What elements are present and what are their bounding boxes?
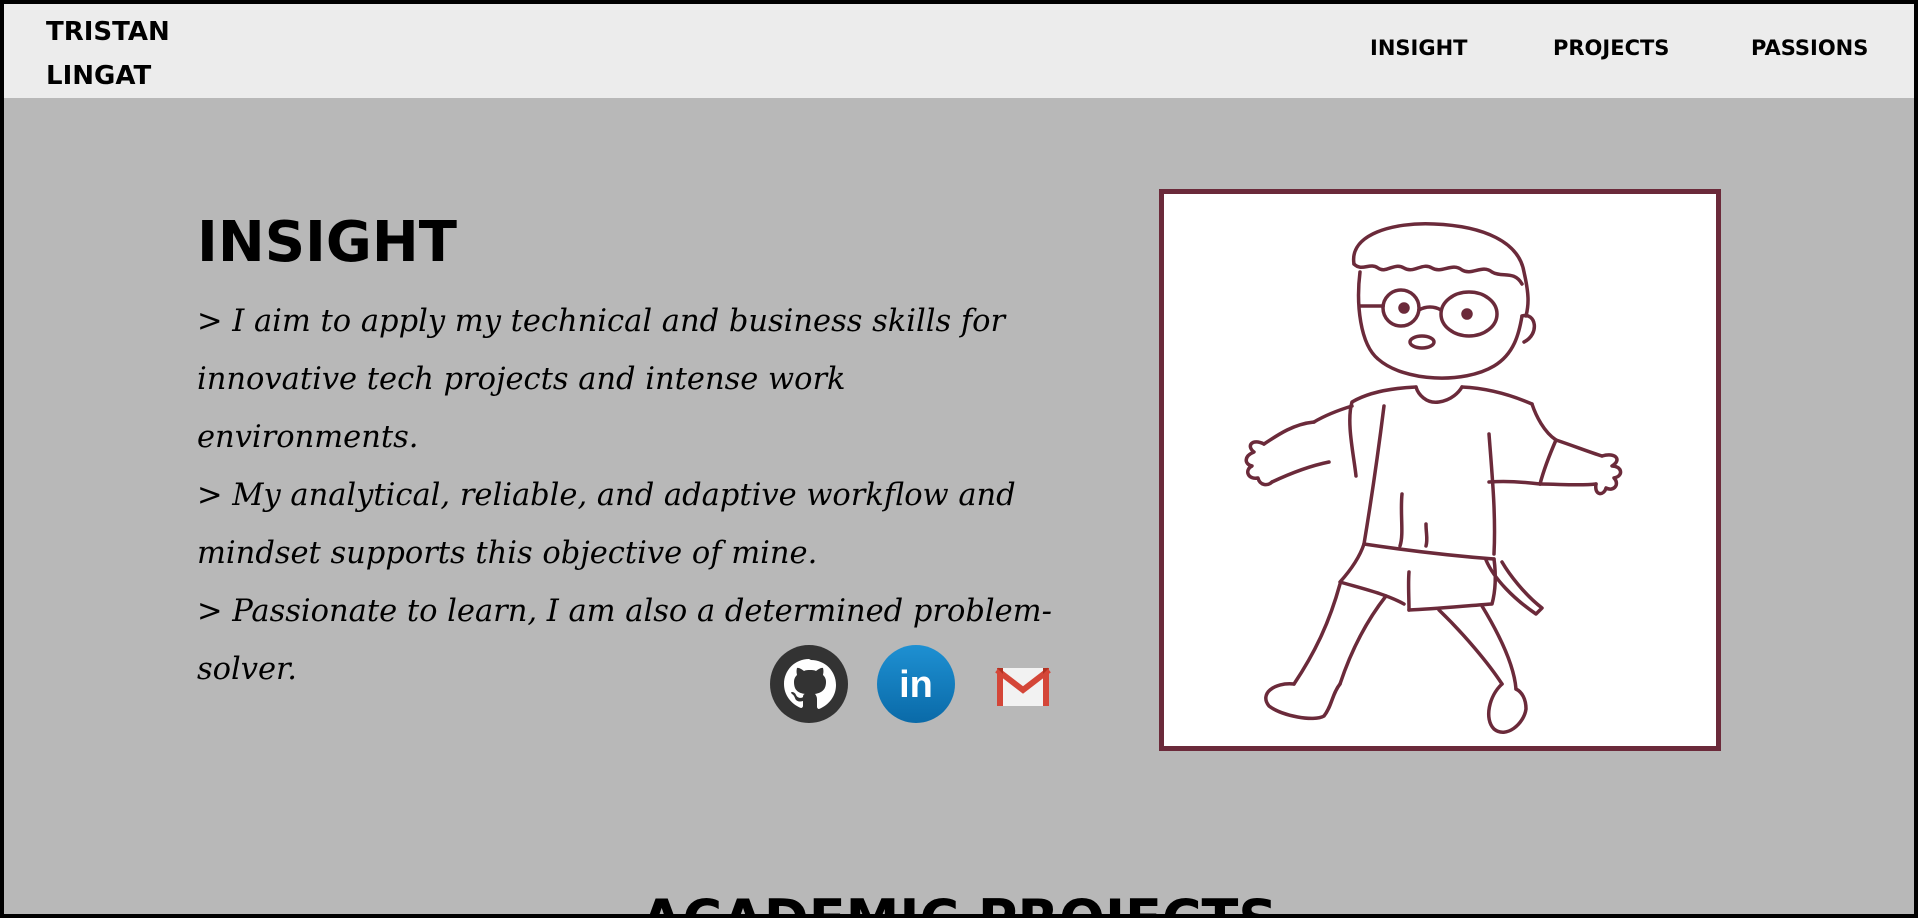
- navbar: TRISTAN LINGAT INSIGHT PROJECTS PASSIONS: [4, 4, 1914, 98]
- academic-projects-heading: ACADEMIC PROJECTS: [4, 888, 1914, 914]
- insight-text: > I aim to apply my technical and busine…: [197, 293, 1057, 699]
- brand-logo[interactable]: TRISTAN LINGAT: [46, 10, 170, 98]
- avatar-illustration-frame: [1159, 189, 1721, 751]
- linkedin-link[interactable]: in: [877, 645, 955, 723]
- insight-line: > I aim to apply my technical and busine…: [197, 304, 1006, 455]
- github-link[interactable]: [770, 645, 848, 723]
- nav-link-insight[interactable]: INSIGHT: [1370, 36, 1467, 60]
- avatar-drawing: [1244, 222, 1623, 734]
- brand-first-name: TRISTAN: [46, 17, 170, 47]
- brand-last-name: LINGAT: [46, 61, 152, 91]
- insight-line: > My analytical, reliable, and adaptive …: [197, 478, 1016, 571]
- nav-link-projects[interactable]: PROJECTS: [1553, 36, 1669, 60]
- gmail-icon: [995, 667, 1051, 706]
- linkedin-icon: in: [877, 645, 955, 723]
- insight-heading: INSIGHT: [197, 210, 457, 275]
- gmail-link[interactable]: [984, 645, 1062, 723]
- github-icon: [770, 645, 848, 723]
- page: TRISTAN LINGAT INSIGHT PROJECTS PASSIONS…: [4, 4, 1914, 914]
- nav-link-passions[interactable]: PASSIONS: [1751, 36, 1868, 60]
- linkedin-icon-label: in: [899, 664, 933, 706]
